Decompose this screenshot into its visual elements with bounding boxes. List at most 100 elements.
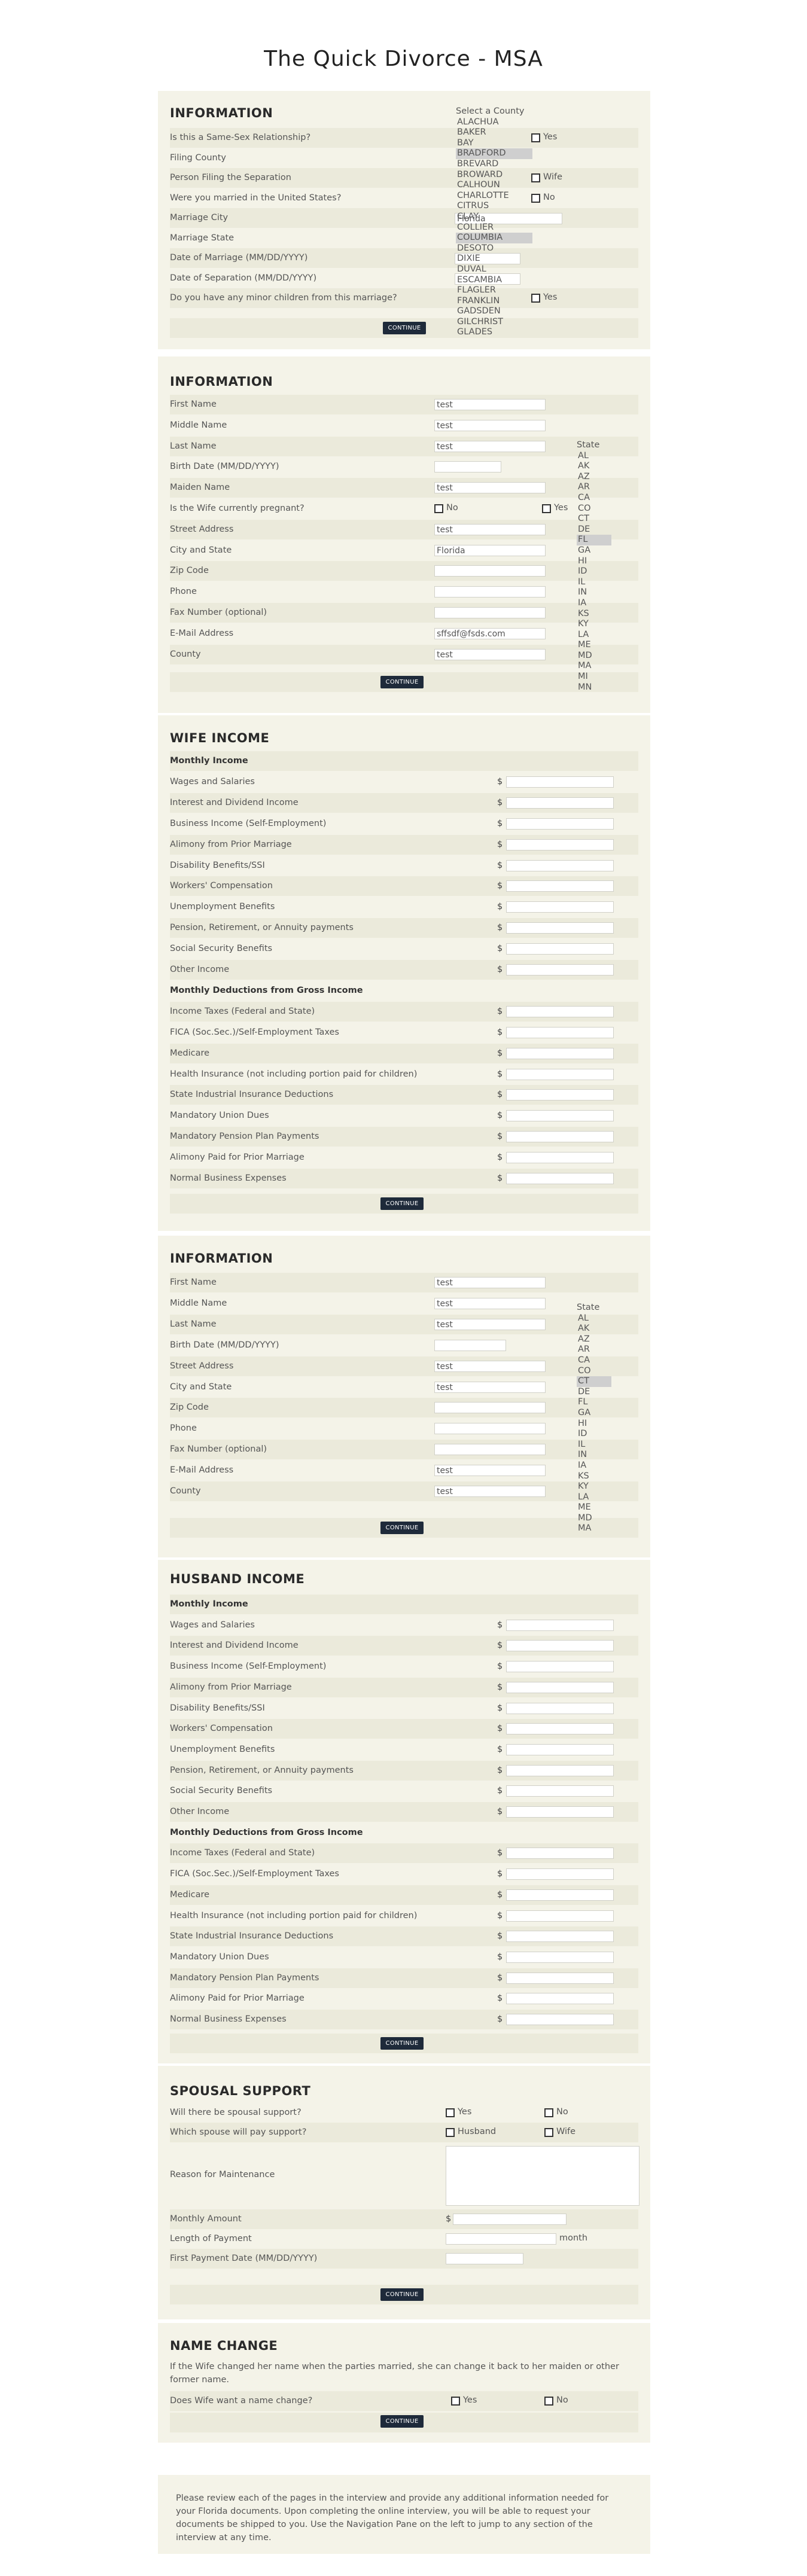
state-option[interactable]: AL [577,1313,611,1324]
state-option[interactable]: MA [577,1523,611,1534]
pension-retirement-or-annuity-payments-input[interactable] [506,922,614,934]
wife-state-list[interactable]: State AL AK AZ AR CA CO CT DE FL GA HI ID IL IN IA KS KY… [575,440,611,693]
social-security-benefits-input[interactable] [506,1785,614,1797]
last-name-input[interactable]: test [434,440,546,452]
social-security-benefits-input[interactable] [506,943,614,955]
state-option[interactable]: IN [577,587,611,598]
state-option[interactable]: CO [577,1366,611,1377]
pregnant-no-checkbox[interactable] [434,504,443,513]
reason-textarea[interactable] [446,2146,639,2206]
state-option[interactable]: CA [577,1355,611,1366]
birth-date-mm-dd-yyyy-input[interactable] [434,461,501,473]
county-option[interactable]: COLUMBIA [456,233,532,243]
fica-soc-sec-self-employment-taxes-input[interactable] [506,1026,614,1038]
birth-date-mm-dd-yyyy-input[interactable] [434,1339,506,1351]
monthly-amount-input[interactable] [453,2214,567,2225]
middle-name-input[interactable]: test [434,1297,546,1309]
state-option[interactable]: FL [577,1397,611,1408]
medicare-input[interactable] [506,1047,614,1059]
wife-checkbox[interactable] [531,173,540,182]
state-option[interactable]: DE [577,525,611,535]
spousal-no-checkbox[interactable] [544,2108,553,2117]
wages-and-salaries-input[interactable] [506,1619,614,1631]
county-option[interactable]: FLAGLER [456,285,532,296]
county-option[interactable]: DUVAL [456,264,532,275]
maiden-name-input[interactable]: test [434,482,546,494]
mandatory-pension-plan-payments-input[interactable] [506,1131,614,1143]
unemployment-benefits-input[interactable] [506,1743,614,1755]
zip-code-input[interactable] [434,565,546,577]
state-option[interactable]: GA [577,545,611,556]
mandatory-union-dues-input[interactable] [506,1110,614,1122]
health-insurance-not-including-portion-paid-for-children-input[interactable] [506,1068,614,1080]
state-option[interactable]: MA [577,661,611,672]
county-dropdown-list[interactable]: Select a County ALACHUA BAKER BAY BRADFORD B… [455,106,532,338]
state-option[interactable]: ID [577,1429,611,1440]
state-option[interactable]: AR [577,482,611,493]
city-and-state-input[interactable]: test [434,1381,546,1393]
first-name-input[interactable]: test [434,1277,546,1288]
yes-checkbox[interactable] [531,133,540,142]
county-input[interactable]: test [434,648,546,660]
normal-business-expenses-input[interactable] [506,2014,614,2025]
other-income-input[interactable] [506,1806,614,1818]
first-name-input[interactable]: test [434,399,546,410]
workers-compensation-input[interactable] [506,880,614,892]
state-option[interactable]: AL [577,451,611,462]
other-income-input[interactable] [506,964,614,975]
county-option[interactable]: BAKER [456,127,532,138]
state-option[interactable]: AZ [577,472,611,483]
state-industrial-insurance-deductions-input[interactable] [506,1089,614,1101]
state-option[interactable]: MN [577,682,611,693]
state-option[interactable]: HI [577,556,611,567]
yes-checkbox[interactable] [531,294,540,303]
county-option[interactable]: GILCHRIST [456,317,532,328]
no-checkbox[interactable] [531,193,540,203]
state-option[interactable]: MD [577,651,611,661]
length-of-payment-input[interactable] [446,2233,556,2245]
normal-business-expenses-input[interactable] [506,1173,614,1184]
state-option[interactable]: DE [577,1387,611,1398]
state-option[interactable]: CO [577,504,611,514]
state-option[interactable]: LA [577,1492,611,1503]
county-option[interactable]: BAY [456,138,532,149]
payer-wife-checkbox[interactable] [544,2128,553,2137]
county-option[interactable]: ESCAMBIA [456,275,532,286]
county-option[interactable]: COLLIER [456,222,532,233]
continue-button[interactable]: CONTINUE [380,2415,424,2428]
name-change-no-checkbox[interactable] [544,2397,553,2406]
county-option[interactable]: BROWARD [456,170,532,181]
county-option[interactable]: CLAY [456,212,532,222]
husband-state-list[interactable]: State AL AK AZ AR CA CO CT DE FL GA HI ID IL IN IA KS KY… [575,1303,611,1534]
county-option[interactable]: GADSDEN [456,306,532,317]
state-industrial-insurance-deductions-input[interactable] [506,1931,614,1943]
county-input[interactable]: test [434,1486,546,1497]
continue-button[interactable]: CONTINUE [380,2037,424,2050]
continue-button[interactable]: CONTINUE [380,1197,424,1210]
county-option[interactable]: FRANKLIN [456,296,532,307]
state-option[interactable]: MI [577,672,611,682]
county-option[interactable]: BREVARD [456,159,532,170]
phone-input[interactable] [434,1423,546,1435]
state-option[interactable]: IL [577,577,611,588]
middle-name-input[interactable]: test [434,419,546,431]
business-income-self-employment-input[interactable] [506,818,614,830]
fax-number-optional-input[interactable] [434,1444,546,1456]
income-taxes-federal-and-state-input[interactable] [506,1848,614,1859]
state-option[interactable]: CA [577,493,611,504]
state-option[interactable]: KY [577,619,611,630]
zip-code-input[interactable] [434,1402,546,1414]
last-name-input[interactable]: test [434,1318,546,1330]
mandatory-union-dues-input[interactable] [506,1951,614,1963]
disability-benefits-ssi-input[interactable] [506,1702,614,1714]
workers-compensation-input[interactable] [506,1723,614,1735]
county-option[interactable]: DESOTO [456,243,532,254]
street-address-input[interactable]: test [434,1360,546,1372]
wages-and-salaries-input[interactable] [506,776,614,788]
e-mail-address-input[interactable]: test [434,1465,546,1477]
state-option[interactable]: KY [577,1481,611,1492]
state-option[interactable]: LA [577,630,611,641]
health-insurance-not-including-portion-paid-for-children-input[interactable] [506,1910,614,1922]
alimony-from-prior-marriage-input[interactable] [506,1681,614,1693]
payer-husband-checkbox[interactable] [446,2128,455,2137]
